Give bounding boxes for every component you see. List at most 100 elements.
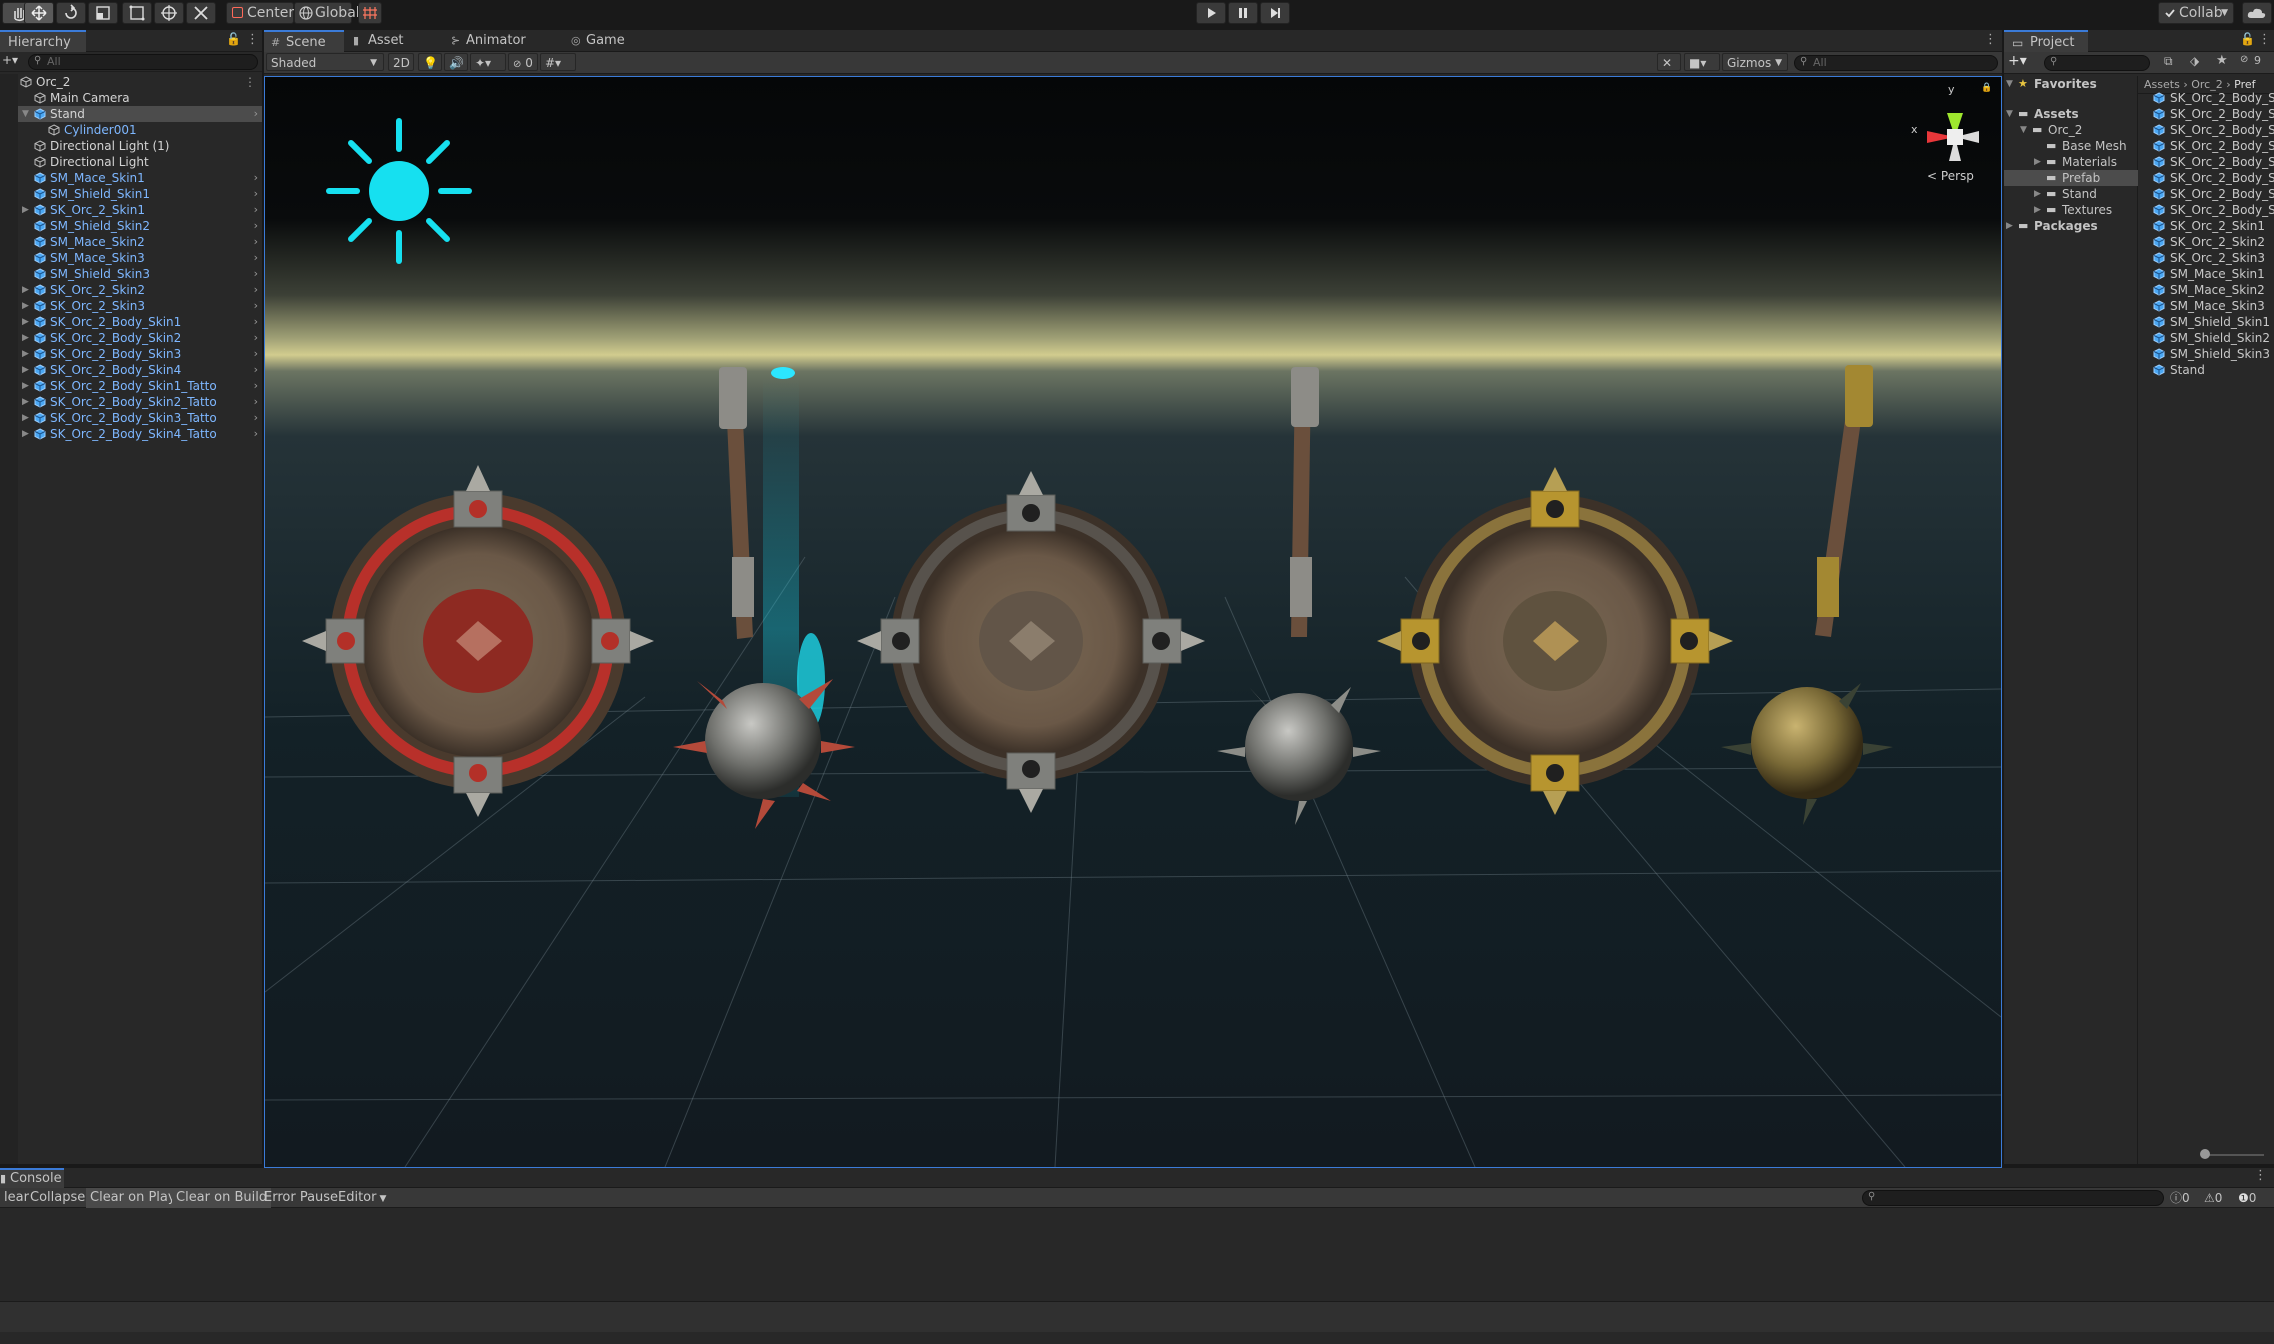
hierarchy-item[interactable]: Cylinder001 [0, 122, 262, 138]
expanded-arrow-icon[interactable]: ▼ [2020, 122, 2027, 138]
console-editor-button[interactable]: Editor ▼ [334, 1188, 390, 1208]
step-button[interactable] [1260, 2, 1290, 24]
collapsed-arrow-icon[interactable]: ▶ [22, 298, 29, 314]
hierarchy-item[interactable]: ▶ SK_Orc_2_Skin3 › [0, 298, 262, 314]
slider-thumb[interactable] [2200, 1149, 2210, 1159]
open-prefab-arrow-icon[interactable]: › [254, 218, 258, 234]
hierarchy-item[interactable]: ▶ SK_Orc_2_Body_Skin4 › [0, 362, 262, 378]
collapsed-arrow-icon[interactable]: ▶ [22, 202, 29, 218]
camera-settings-dropdown[interactable]: ■▾ [1684, 53, 1720, 71]
open-prefab-arrow-icon[interactable]: › [254, 330, 258, 346]
open-prefab-arrow-icon[interactable]: › [254, 282, 258, 298]
open-prefab-arrow-icon[interactable]: › [254, 314, 258, 330]
collapsed-arrow-icon[interactable]: ▶ [22, 346, 29, 362]
asset-item[interactable]: SM_Shield_Skin2 [2150, 330, 2274, 346]
open-prefab-arrow-icon[interactable]: › [254, 234, 258, 250]
console-search-field[interactable]: ⚲ [1862, 1190, 2164, 1206]
console-collapse-button[interactable]: Collapse [26, 1188, 89, 1208]
search-by-type-icon[interactable]: ⧉ [2164, 54, 2173, 69]
open-prefab-arrow-icon[interactable]: › [254, 298, 258, 314]
scene-menu-icon[interactable]: ⋮ [244, 74, 256, 90]
asset-item[interactable]: SK_Orc_2_Body_S [2150, 202, 2274, 218]
asset-item[interactable]: Stand [2150, 362, 2274, 378]
rotate-tool-button[interactable] [56, 2, 86, 24]
effects-dropdown[interactable]: ✦▾ [470, 53, 506, 71]
asset-item[interactable]: SM_Mace_Skin2 [2150, 282, 2274, 298]
hierarchy-item[interactable]: Main Camera [0, 90, 262, 106]
collapsed-arrow-icon[interactable]: ▶ [22, 314, 29, 330]
collapsed-arrow-icon[interactable]: ▶ [2006, 218, 2013, 234]
custom-tool-button[interactable] [186, 2, 216, 24]
asset-item[interactable]: SK_Orc_2_Body_S [2150, 90, 2274, 106]
project-tree-item[interactable]: ▼ ▬ Orc_2 [2004, 122, 2138, 138]
tab-scene[interactable]: # Scene [264, 30, 344, 52]
open-prefab-arrow-icon[interactable]: › [254, 410, 258, 426]
asset-item[interactable]: SM_Mace_Skin1 [2150, 266, 2274, 282]
grid-toggle-dropdown[interactable]: #▾ [540, 53, 576, 71]
asset-item[interactable]: SK_Orc_2_Body_S [2150, 122, 2274, 138]
open-prefab-arrow-icon[interactable]: › [254, 378, 258, 394]
asset-item[interactable]: SK_Orc_2_Body_S [2150, 186, 2274, 202]
tab-console[interactable]: ▮ Console [0, 1168, 64, 1188]
open-prefab-arrow-icon[interactable]: › [254, 170, 258, 186]
expanded-arrow-icon[interactable]: ▼ [2006, 106, 2013, 122]
icon-size-slider[interactable] [2138, 1144, 2274, 1164]
tab-hierarchy[interactable]: Hierarchy [0, 30, 86, 52]
hierarchy-item[interactable]: SM_Mace_Skin1 › [0, 170, 262, 186]
draw-mode-dropdown[interactable]: Shaded ▼ [266, 53, 384, 71]
collapsed-arrow-icon[interactable]: ▶ [2034, 186, 2041, 202]
rect-tool-button[interactable] [122, 2, 152, 24]
lock-icon[interactable]: 🔒 [1981, 83, 1992, 93]
collapsed-arrow-icon[interactable]: ▶ [22, 410, 29, 426]
console-error-pause-button[interactable]: Error Pause [260, 1188, 342, 1208]
pivot-mode-button[interactable]: Center [226, 2, 294, 24]
collapsed-arrow-icon[interactable]: ▶ [22, 330, 29, 346]
tab-asset-store[interactable]: ▮Asset Store [346, 30, 442, 70]
open-prefab-arrow-icon[interactable]: › [254, 426, 258, 442]
console-log-area[interactable] [0, 1208, 2274, 1302]
project-tree-item[interactable]: ▶ ▬ Stand [2004, 186, 2138, 202]
lock-icon[interactable]: 🔓 [2240, 32, 2255, 46]
collapsed-arrow-icon[interactable]: ▶ [22, 394, 29, 410]
hierarchy-item[interactable]: ▶ SK_Orc_2_Body_Skin2_Tatto › [0, 394, 262, 410]
transform-tool-button[interactable] [154, 2, 184, 24]
expanded-arrow-icon[interactable]: ▼ [2006, 76, 2013, 92]
pause-button[interactable] [1228, 2, 1258, 24]
audio-toggle[interactable]: 🔊 [444, 53, 468, 71]
project-tree-item[interactable]: ▼ ★ Favorites [2004, 76, 2138, 92]
lock-icon[interactable]: 🔓 [226, 32, 241, 46]
hierarchy-item[interactable]: Directional Light (1) [0, 138, 262, 154]
grid-snap-button[interactable] [358, 2, 382, 24]
hidden-packages-icon[interactable]: ⊘ [2240, 54, 2248, 65]
open-prefab-arrow-icon[interactable]: › [254, 106, 258, 122]
panel-menu-icon[interactable]: ⋮ [1984, 32, 1997, 47]
scene-search-field[interactable]: ⚲ All [1794, 55, 1998, 71]
console-clear-on-play-button[interactable]: Clear on Play [86, 1188, 180, 1208]
open-prefab-arrow-icon[interactable]: › [254, 394, 258, 410]
expanded-arrow-icon[interactable]: ▼ [22, 106, 29, 122]
warning-filter-toggle[interactable]: ⚠0 [2204, 1190, 2234, 1206]
asset-item[interactable]: SK_Orc_2_Body_S [2150, 154, 2274, 170]
open-prefab-arrow-icon[interactable]: › [254, 186, 258, 202]
pivot-rotation-button[interactable]: Global [294, 2, 360, 24]
panel-menu-icon[interactable]: ⋮ [246, 32, 259, 47]
asset-item[interactable]: SM_Shield_Skin3 [2150, 346, 2274, 362]
hierarchy-item[interactable]: ▶ SK_Orc_2_Body_Skin3 › [0, 346, 262, 362]
panel-menu-icon[interactable]: ⋮ [2258, 32, 2271, 47]
project-tree-item[interactable]: ▶ ▬ Packages [2004, 218, 2138, 234]
hierarchy-item[interactable]: SM_Shield_Skin2 › [0, 218, 262, 234]
create-dropdown[interactable]: +▾ [2008, 53, 2027, 69]
scale-tool-button[interactable] [88, 2, 118, 24]
error-filter-toggle[interactable]: ❶0 [2238, 1190, 2268, 1206]
hierarchy-item[interactable]: ▶ SK_Orc_2_Body_Skin2 › [0, 330, 262, 346]
collapsed-arrow-icon[interactable]: ▶ [2034, 202, 2041, 218]
asset-item[interactable]: SK_Orc_2_Skin2 [2150, 234, 2274, 250]
project-tree-item[interactable]: ▬ Prefab [2004, 170, 2138, 186]
open-prefab-arrow-icon[interactable]: › [254, 346, 258, 362]
open-prefab-arrow-icon[interactable]: › [254, 266, 258, 282]
panel-menu-icon[interactable]: ⋮ [2254, 1168, 2267, 1183]
console-clear-on-build-button[interactable]: Clear on Build [172, 1188, 272, 1208]
cloud-button[interactable] [2242, 2, 2272, 24]
add-dropdown-icon[interactable]: +▾ [2, 53, 18, 67]
hierarchy-item[interactable]: ▶ SK_Orc_2_Body_Skin4_Tatto › [0, 426, 262, 442]
